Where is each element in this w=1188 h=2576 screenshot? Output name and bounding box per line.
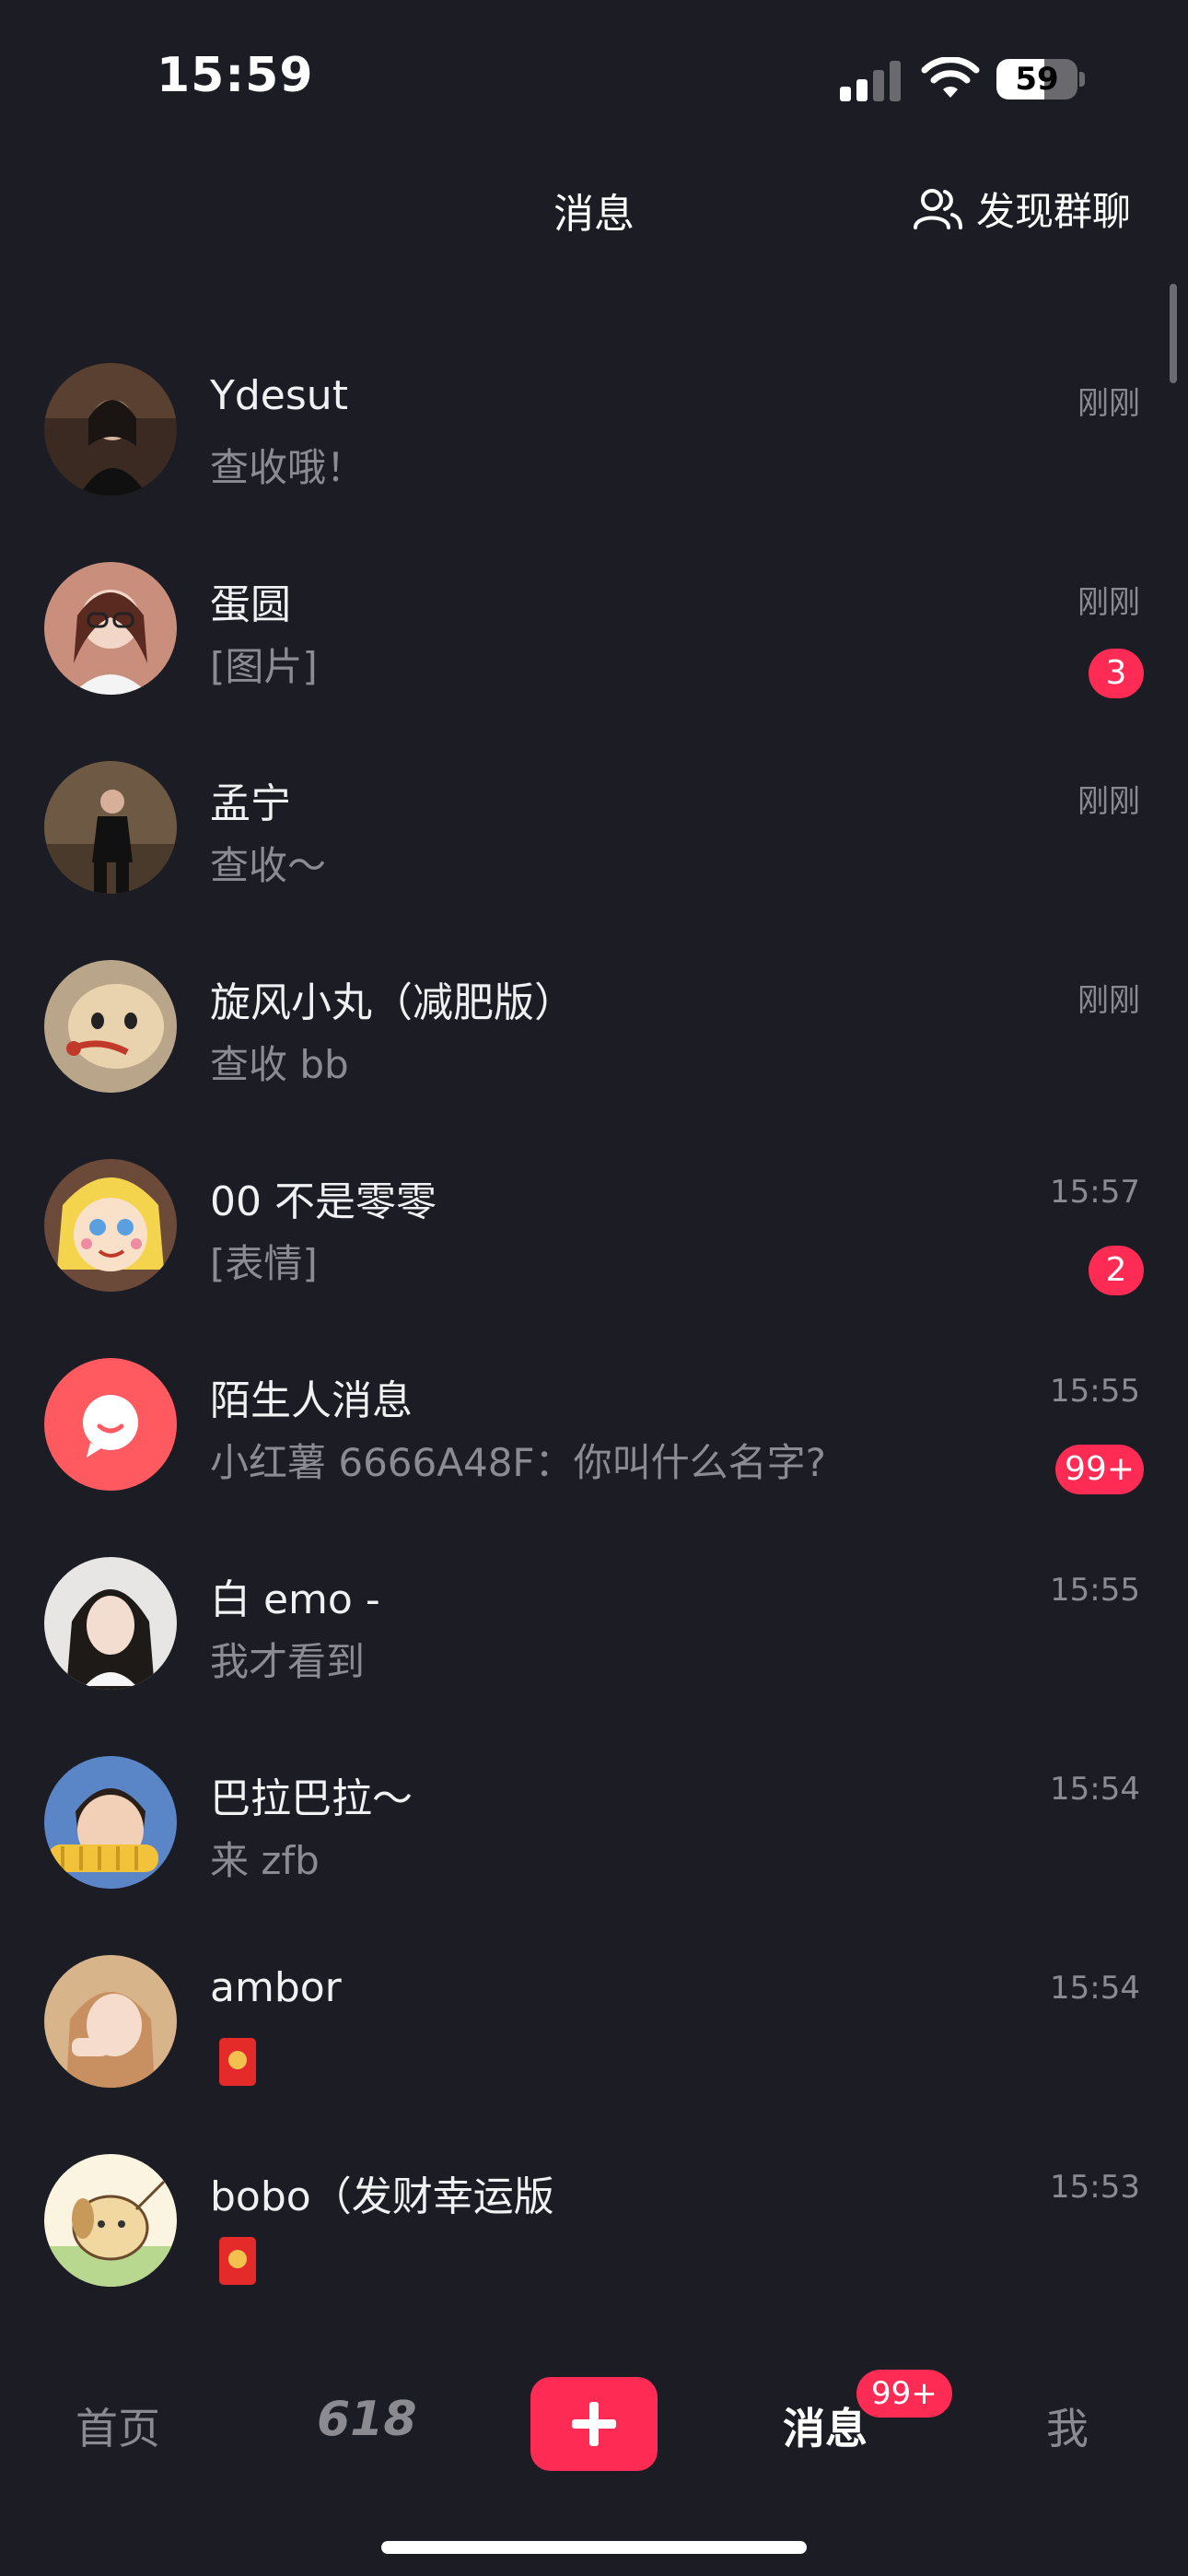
- battery-icon: 59: [996, 59, 1077, 100]
- conversation-name: 陌生人消息: [210, 1377, 413, 1424]
- avatar[interactable]: [44, 1557, 177, 1690]
- discover-groups-label: 发现群聊: [975, 189, 1131, 234]
- tab-home[interactable]: 首页: [76, 2395, 160, 2456]
- conversation-row[interactable]: 蛋圆 [图片] 刚刚 3: [0, 547, 1188, 746]
- conversation-time: 15:55: [1050, 1572, 1140, 1609]
- tab-me[interactable]: 我: [1046, 2395, 1089, 2456]
- people-icon: [913, 188, 962, 229]
- avatar[interactable]: [44, 1159, 177, 1292]
- conversation-row[interactable]: Ydesut 查收哦！ 刚刚: [0, 348, 1188, 547]
- unread-badge: 3: [1089, 649, 1144, 698]
- home-indicator[interactable]: [381, 2541, 807, 2554]
- stranger-message-icon: [44, 1358, 177, 1491]
- discover-groups-button[interactable]: 发现群聊: [912, 181, 1131, 237]
- conversation-name: 蛋圆: [210, 581, 291, 628]
- conversation-name: ambor: [210, 1964, 342, 2011]
- conversation-time: 刚刚: [1077, 584, 1140, 621]
- conversation-preview: 查收哦！: [210, 445, 366, 490]
- conversation-time: 刚刚: [1077, 982, 1140, 1019]
- conversation-name: 00 不是零零: [210, 1178, 437, 1225]
- conversation-preview: [表情]: [210, 1241, 318, 1286]
- cellular-signal-icon: [840, 61, 901, 101]
- conversation-row[interactable]: 陌生人消息 小红薯 6666A48F：你叫什么名字? 15:55 99+: [0, 1343, 1188, 1542]
- conversation-name: 旋风小丸（减肥版）: [210, 979, 575, 1026]
- conversation-preview: 我才看到: [210, 1639, 366, 1684]
- conversation-list: Ydesut 查收哦！ 刚刚 蛋圆 [图片] 刚刚 3 孟宁 查收～ 刚刚 旋风…: [0, 348, 1188, 2338]
- tab-618[interactable]: 618: [317, 2392, 417, 2447]
- avatar[interactable]: [44, 2154, 177, 2287]
- battery-percent: 59: [1015, 61, 1059, 98]
- conversation-preview: 查收 bb: [210, 1042, 349, 1087]
- status-bar: 15:59 59: [0, 0, 1188, 157]
- conversation-time: 15:53: [1050, 2169, 1140, 2206]
- conversation-row[interactable]: ambor 15:54: [0, 1940, 1188, 2139]
- conversation-row[interactable]: 孟宁 查收～ 刚刚: [0, 746, 1188, 945]
- avatar[interactable]: [44, 960, 177, 1093]
- conversation-time: 刚刚: [1077, 783, 1140, 820]
- unread-badge: 99+: [1055, 1445, 1144, 1494]
- conversation-name: 孟宁: [210, 780, 291, 827]
- tab-messages[interactable]: 消息: [783, 2395, 868, 2456]
- avatar[interactable]: [44, 562, 177, 695]
- conversation-time: 15:54: [1050, 1970, 1140, 2007]
- conversation-time: 15:57: [1050, 1174, 1140, 1211]
- conversation-time: 15:54: [1050, 1771, 1140, 1808]
- conversation-time: 刚刚: [1077, 385, 1140, 422]
- avatar[interactable]: [44, 1358, 177, 1491]
- conversation-name: 白 emo -: [210, 1576, 380, 1623]
- avatar[interactable]: [44, 1756, 177, 1889]
- messages-tab-badge: 99+: [856, 2370, 952, 2418]
- conversation-preview: 查收～: [210, 843, 327, 888]
- unread-badge: 2: [1089, 1246, 1144, 1295]
- create-post-button[interactable]: [530, 2377, 658, 2471]
- wifi-icon: [921, 57, 980, 98]
- conversation-row[interactable]: bobo（发财幸运版 15:53: [0, 2139, 1188, 2338]
- conversation-name: Ydesut: [210, 372, 348, 419]
- avatar[interactable]: [44, 761, 177, 894]
- avatar[interactable]: [44, 1955, 177, 2088]
- conversation-name: bobo（发财幸运版: [210, 2173, 554, 2220]
- battery-tip: [1079, 72, 1085, 87]
- conversation-name: 巴拉巴拉～: [210, 1775, 413, 1822]
- conversation-row[interactable]: 旋风小丸（减肥版） 查收 bb 刚刚: [0, 945, 1188, 1144]
- red-packet-icon: [219, 2237, 256, 2285]
- conversation-row[interactable]: 巴拉巴拉～ 来 zfb 15:54: [0, 1741, 1188, 1940]
- conversation-preview: [图片]: [210, 644, 318, 689]
- conversation-preview: 小红薯 6666A48F：你叫什么名字?: [210, 1440, 826, 1485]
- conversation-row[interactable]: 00 不是零零 [表情] 15:57 2: [0, 1144, 1188, 1343]
- avatar[interactable]: [44, 363, 177, 496]
- conversation-time: 15:55: [1050, 1373, 1140, 1410]
- conversation-row[interactable]: 白 emo - 我才看到 15:55: [0, 1542, 1188, 1741]
- red-packet-icon: [219, 2038, 256, 2086]
- conversation-preview: 来 zfb: [210, 1838, 320, 1883]
- status-time: 15:59: [157, 48, 314, 103]
